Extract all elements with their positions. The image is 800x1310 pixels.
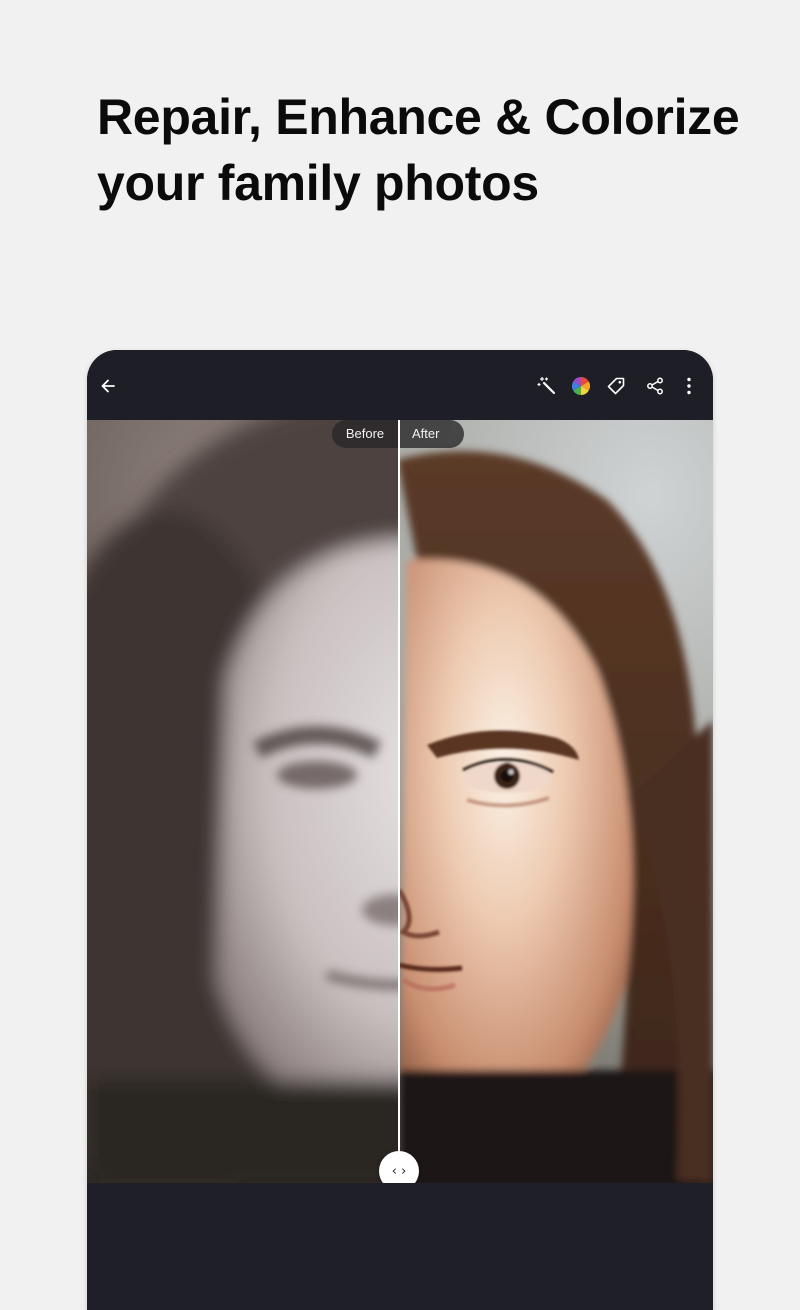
before-after-photo[interactable]: Before After ‹ › [87, 420, 713, 1183]
compare-divider[interactable] [398, 420, 400, 1170]
tag-icon[interactable] [602, 372, 630, 400]
app-bar [87, 350, 713, 420]
more-vert-icon[interactable] [675, 372, 703, 400]
magic-wand-icon[interactable] [533, 372, 561, 400]
compare-slider-handle[interactable]: ‹ › [379, 1151, 419, 1183]
share-icon[interactable] [641, 372, 669, 400]
arrow-back-icon[interactable] [94, 372, 122, 400]
chevron-left-right-icon: ‹ › [391, 1163, 407, 1179]
headline-line-2: your family photos [97, 155, 539, 211]
device-mockup: Before After ‹ › [87, 350, 713, 1310]
before-image [87, 420, 399, 1183]
before-label: Before [332, 420, 398, 448]
after-image [399, 420, 713, 1183]
bottom-panel [87, 1183, 713, 1310]
color-wheel-icon[interactable] [567, 372, 595, 400]
headline: Repair, Enhance & Colorize your family p… [97, 84, 757, 216]
headline-line-1: Repair, Enhance & Colorize [97, 89, 740, 145]
after-label: After [400, 420, 464, 448]
